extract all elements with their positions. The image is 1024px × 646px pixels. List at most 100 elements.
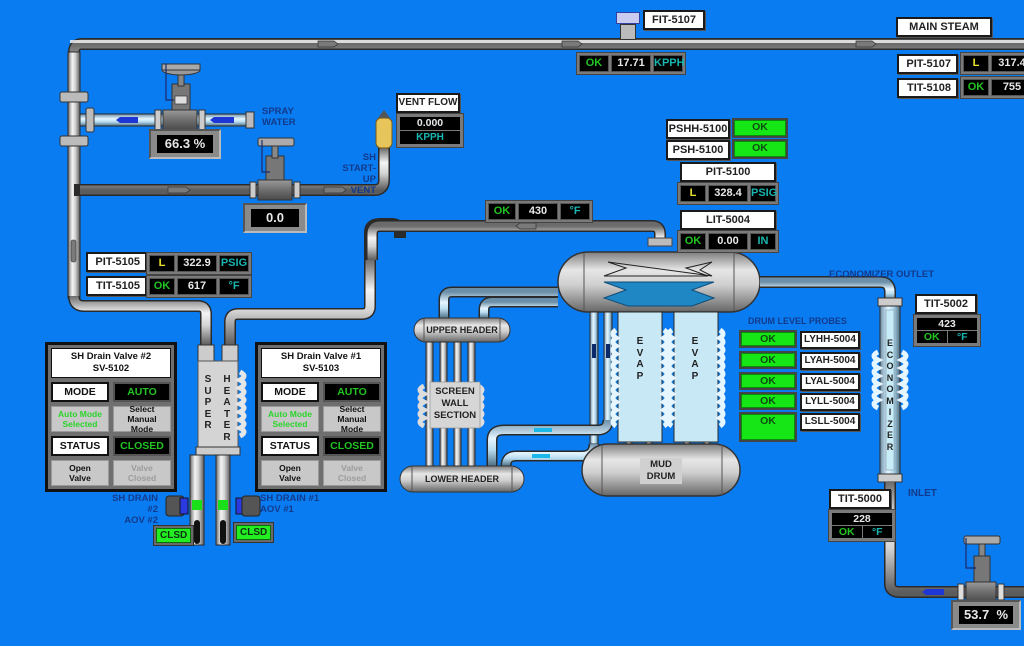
sh-drain-aov-1-icon[interactable] bbox=[236, 496, 260, 516]
upper-header-label: UPPER HEADER bbox=[426, 325, 498, 335]
pit-5105-tag[interactable]: PIT-5105 bbox=[86, 252, 147, 272]
sh-drain-valve-1-panel: SH Drain Valve #1 SV-5103 MODE AUTO Auto… bbox=[255, 342, 387, 492]
economizer-letter: E bbox=[886, 430, 893, 440]
sv-5103-mode-value: AUTO bbox=[323, 382, 381, 402]
sv-5103-auto-line1: Auto Mode bbox=[268, 409, 312, 419]
evap-letter: V bbox=[691, 347, 699, 359]
tit-5002-status: OK bbox=[917, 331, 947, 343]
superheater-label-right: H E A T E R bbox=[222, 374, 232, 443]
sh-drain-aov-2-icon[interactable] bbox=[166, 496, 188, 516]
economizer-letter: O bbox=[886, 361, 894, 371]
drum-outlet-temp-readout: OK 430 °F bbox=[485, 200, 593, 223]
tit-5002-readout: 423 OK °F bbox=[913, 314, 981, 347]
sv-5102-auto-mode-button[interactable]: Auto Mode Selected bbox=[51, 406, 109, 432]
startup-vent-control-valve-icon[interactable] bbox=[250, 136, 300, 202]
sv-5102-select-manual-button[interactable]: Select Manual Mode bbox=[113, 404, 171, 434]
pshh-5100-tag[interactable]: PSHH-5100 bbox=[666, 119, 730, 139]
economizer-letter: M bbox=[886, 395, 894, 406]
economizer-letter: E bbox=[886, 338, 893, 348]
pshh-5100-status: OK bbox=[732, 118, 788, 138]
lower-header-label: LOWER HEADER bbox=[425, 474, 499, 484]
lyhh-5004-status: OK bbox=[739, 330, 797, 348]
sv-5103-auto-mode-button[interactable]: Auto Mode Selected bbox=[261, 406, 319, 432]
evap-label-1: E V A P bbox=[635, 336, 645, 382]
economizer-letter: I bbox=[888, 407, 892, 417]
lit-5004-readout: OK 0.00 IN bbox=[677, 230, 779, 253]
sv-5102-auto-line2: Selected bbox=[62, 419, 98, 429]
process-piping bbox=[59, 38, 1024, 603]
sh-drain-aov-1-status-text: CLSD bbox=[236, 525, 272, 540]
fit-5107-status: OK bbox=[579, 55, 609, 72]
vent-flow-label: VENT FLOW bbox=[396, 93, 460, 113]
lyal-5004-tag[interactable]: LYAL-5004 bbox=[800, 373, 860, 391]
fit-5107-tag[interactable]: FIT-5107 bbox=[643, 10, 705, 30]
sh-drain-valve-2-panel: SH Drain Valve #2 SV-5102 MODE AUTO Auto… bbox=[45, 342, 177, 492]
sv-5103-closed-line1: Valve bbox=[341, 463, 363, 473]
feedwater-valve-position-value: 53.7 % bbox=[959, 606, 1013, 624]
superheater-label-left: S U P E R bbox=[203, 374, 213, 432]
spray-water-valve-position[interactable]: 66.3 % bbox=[149, 129, 221, 159]
tit-5105-tag[interactable]: TIT-5105 bbox=[86, 276, 147, 296]
tit-5002-tag[interactable]: TIT-5002 bbox=[915, 294, 977, 314]
lit-5004-value: 0.00 bbox=[708, 233, 748, 250]
economizer-label: E C O N O M I Z E R bbox=[885, 338, 895, 453]
sh-drain-aov-2-line2: AOV #2 bbox=[124, 515, 158, 526]
sv-5102-open-valve-button[interactable]: Open Valve bbox=[51, 460, 109, 486]
sh-startup-vent-line2: START-UP bbox=[342, 163, 376, 185]
lit-5004-status: OK bbox=[680, 233, 706, 250]
drum-outlet-temp-status: OK bbox=[488, 203, 516, 220]
tit-5000-status: OK bbox=[832, 526, 862, 538]
sv-5103-valve-closed-button[interactable]: Valve Closed bbox=[323, 460, 381, 486]
spray-water-control-valve-icon[interactable] bbox=[155, 62, 205, 132]
sv-5103-open-valve-button[interactable]: Open Valve bbox=[261, 460, 319, 486]
lit-5004-tag[interactable]: LIT-5004 bbox=[680, 210, 776, 230]
pit-5105-value: 322.9 bbox=[177, 255, 217, 272]
sh-drain-aov-2-label: SH DRAIN #2 AOV #2 bbox=[108, 493, 158, 526]
pit-5105-unit: PSIG bbox=[219, 255, 249, 272]
lyhh-5004-tag[interactable]: LYHH-5004 bbox=[800, 331, 860, 349]
evap-label-2: E V A P bbox=[690, 336, 700, 382]
economizer-inlet-label: INLET bbox=[908, 488, 937, 499]
sh-drain-aov-1-status[interactable]: CLSD bbox=[233, 522, 275, 543]
sh-drain-aov-2-status[interactable]: CLSD bbox=[153, 525, 195, 546]
evap-letter: P bbox=[691, 370, 699, 382]
lyah-5004-tag[interactable]: LYAH-5004 bbox=[800, 352, 860, 370]
economizer-letter: R bbox=[886, 441, 894, 452]
sv-5102-open-line2: Valve bbox=[69, 473, 91, 483]
tit-5105-unit: °F bbox=[219, 278, 249, 295]
psh-5100-tag[interactable]: PSH-5100 bbox=[666, 140, 730, 160]
boiler-hmi-screen: FIT-5107 OK 17.71 KPPH MAIN STEAM PIT-51… bbox=[0, 0, 1024, 646]
tit-5108-readout: OK 755 bbox=[960, 76, 1024, 99]
sh-startup-vent-label: SH START-UP VENT bbox=[334, 152, 376, 196]
sv-5103-select-manual-button[interactable]: Select Manual Mode bbox=[323, 404, 381, 434]
tit-5108-status: OK bbox=[963, 79, 989, 96]
mud-drum-line1: MUD bbox=[650, 459, 672, 470]
pit-5100-tag[interactable]: PIT-5100 bbox=[680, 162, 776, 182]
sh-drain-valve-1-title: SH Drain Valve #1 SV-5103 bbox=[261, 348, 381, 378]
sv-5102-manual-line1: Select Manual bbox=[127, 404, 157, 424]
tit-5000-tag[interactable]: TIT-5000 bbox=[829, 489, 891, 509]
sv-5102-auto-line1: Auto Mode bbox=[58, 409, 102, 419]
sh-letter: R bbox=[223, 431, 231, 443]
sv-5102-open-line1: Open bbox=[69, 463, 91, 473]
pit-5107-tag[interactable]: PIT-5107 bbox=[897, 54, 958, 74]
sv-5103-open-line2: Valve bbox=[279, 473, 301, 483]
startup-vent-valve-position[interactable]: 0.0 bbox=[243, 203, 307, 233]
feedwater-valve-position[interactable]: 53.7 % bbox=[951, 600, 1021, 630]
sh-drain-aov-1-line1: SH DRAIN #1 bbox=[260, 493, 320, 504]
lyll-5004-tag[interactable]: LYLL-5004 bbox=[800, 393, 860, 411]
sh-drain-valve-2-title-line1: SH Drain Valve #2 bbox=[70, 351, 152, 362]
evap-letter: A bbox=[636, 359, 644, 370]
sv-5102-valve-closed-button[interactable]: Valve Closed bbox=[113, 460, 171, 486]
sv-5103-manual-line1: Select Manual bbox=[337, 404, 367, 424]
sv-5102-manual-line2: Mode bbox=[130, 424, 154, 434]
pit-5107-readout: L 317.4 bbox=[960, 52, 1024, 75]
tit-5108-tag[interactable]: TIT-5108 bbox=[897, 78, 958, 98]
tit-5002-value: 423 bbox=[917, 318, 977, 330]
sv-5103-auto-line2: Selected bbox=[272, 419, 308, 429]
fit-5107-transmitter-icon bbox=[616, 12, 640, 42]
lsll-5004-tag[interactable]: LSLL-5004 bbox=[800, 413, 860, 431]
pit-5100-readout: L 328.4 PSIG bbox=[677, 182, 779, 205]
evap-letter: V bbox=[636, 347, 644, 359]
feedwater-control-valve-icon[interactable] bbox=[958, 534, 1006, 604]
